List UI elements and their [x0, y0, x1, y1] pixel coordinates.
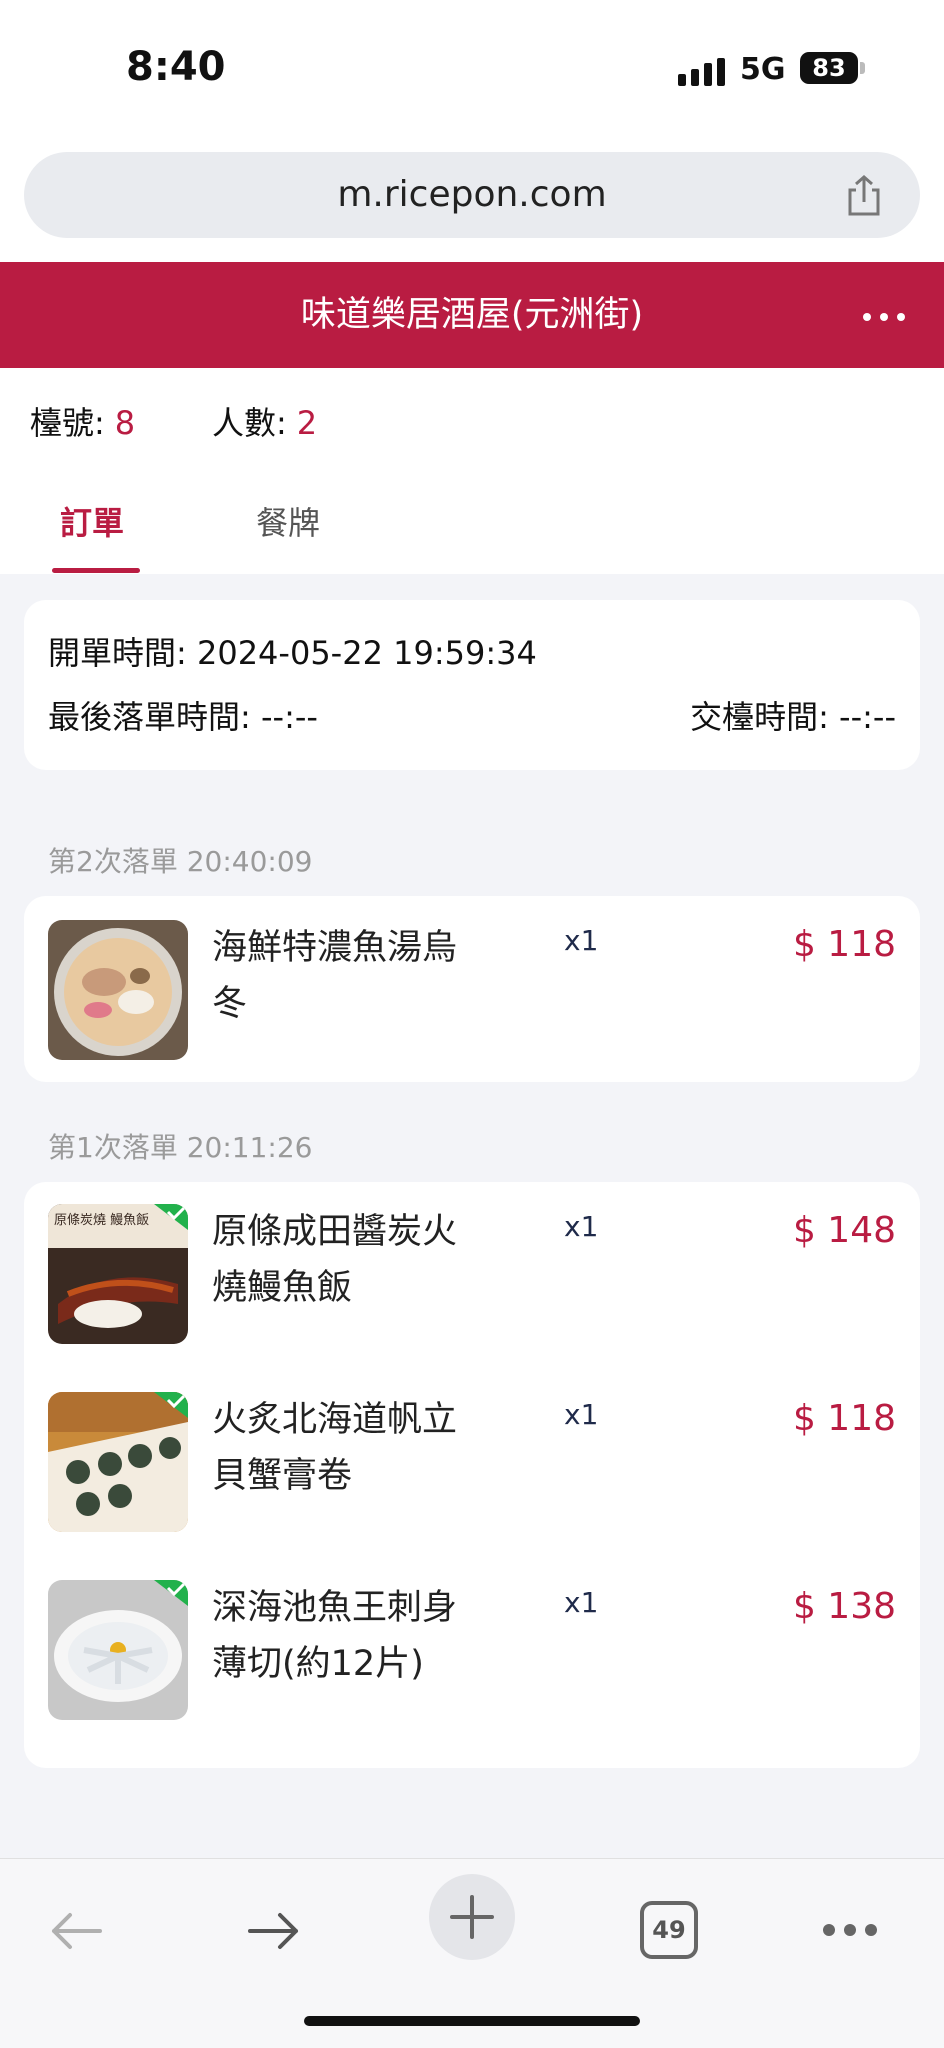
order-batch-header: 第1次落單 20:11:26 — [48, 1126, 313, 1166]
order-batch-header: 第2次落單 20:40:09 — [48, 840, 313, 880]
dish-price: $ 118 — [792, 1398, 896, 1439]
checkout-time: 交檯時間: --:-- — [690, 692, 896, 738]
people-count: 人數: 2 — [212, 398, 317, 444]
dish-name: 原條成田醬炭火燒鰻魚飯 — [212, 1212, 458, 1308]
open-time: 開單時間: 2024-05-22 19:59:34 — [48, 628, 537, 674]
dish-image — [48, 920, 188, 1060]
home-indicator — [304, 2016, 640, 2026]
eel-rice-image-text: 原條炭燒 鰻魚飯 — [54, 1213, 149, 1228]
confirmed-check-icon — [154, 1392, 188, 1418]
plus-icon[interactable] — [428, 1873, 516, 1961]
table-number-label: 檯號: — [30, 404, 105, 442]
battery-icon: 83 — [800, 52, 858, 84]
dish-price: $ 148 — [792, 1210, 896, 1251]
dish-image — [48, 1392, 188, 1532]
tabs-icon[interactable]: 49 — [640, 1901, 698, 1959]
dish-price: $ 118 — [792, 924, 896, 965]
dish-name: 火炙北海道帆立貝蟹膏卷 — [212, 1400, 458, 1496]
url-text[interactable]: m.ricepon.com — [24, 152, 920, 238]
last-order-value: --:-- — [260, 698, 318, 736]
tab-orders[interactable]: 訂單 — [60, 498, 124, 544]
table-info-area: 檯號: 8 人數: 2 訂單 餐牌 — [0, 368, 944, 574]
dish-quantity: x1 — [564, 924, 599, 957]
order-batch-time: 20:11:26 — [186, 1131, 313, 1164]
dish-name: 海鮮特濃魚湯烏冬 — [212, 928, 458, 1024]
dish-image: 原條炭燒 鰻魚飯 — [48, 1204, 188, 1344]
order-batch-card: 海鮮特濃魚湯烏冬 x1 $ 118 — [24, 896, 920, 1082]
dish-image — [48, 1580, 188, 1720]
dish-quantity: x1 — [564, 1586, 599, 1619]
signal-icon — [678, 58, 725, 86]
tab-active-indicator — [52, 568, 140, 573]
status-bar: 8:40 5G 83 — [0, 0, 944, 140]
last-order-label: 最後落單時間: — [48, 698, 251, 736]
people-count-value: 2 — [296, 404, 318, 442]
order-batch-label: 第2次落單 — [48, 845, 178, 878]
app-header: 味道樂居酒屋(元洲街) — [0, 262, 944, 368]
udon-soup-image — [48, 920, 188, 1060]
browser-url-area: m.ricepon.com — [0, 140, 944, 262]
back-arrow-icon[interactable] — [48, 1911, 104, 1951]
battery-tip — [860, 62, 865, 74]
checkout-value: --:-- — [839, 698, 896, 736]
url-bar[interactable]: m.ricepon.com — [24, 152, 920, 238]
table-number: 檯號: 8 — [30, 398, 135, 444]
open-time-label: 開單時間: — [48, 634, 187, 672]
dish-quantity: x1 — [564, 1210, 599, 1243]
dish-quantity: x1 — [564, 1398, 599, 1431]
order-batch-time: 20:40:09 — [186, 845, 313, 878]
more-icon[interactable] — [862, 312, 906, 322]
share-icon[interactable] — [842, 174, 886, 218]
tab-menu[interactable]: 餐牌 — [256, 498, 320, 544]
last-order-time: 最後落單時間: --:-- — [48, 692, 318, 738]
forward-arrow-icon[interactable] — [246, 1911, 302, 1951]
order-batch-label: 第1次落單 — [48, 1131, 178, 1164]
restaurant-title: 味道樂居酒屋(元洲街) — [300, 295, 644, 335]
confirmed-check-icon — [154, 1204, 188, 1230]
people-count-label: 人數: — [212, 404, 287, 442]
checkout-label: 交檯時間: — [690, 698, 829, 736]
dish-name: 深海池魚王刺身薄切(約12片) — [212, 1588, 458, 1684]
status-time: 8:40 — [126, 44, 226, 90]
network-type: 5G — [740, 52, 786, 87]
confirmed-check-icon — [154, 1580, 188, 1606]
order-batch-card: 原條炭燒 鰻魚飯 原條成田醬炭火燒鰻魚飯 x1 $ 148 火炙北海道帆立貝蟹膏… — [24, 1182, 920, 1768]
order-times-card: 開單時間: 2024-05-22 19:59:34 最後落單時間: --:-- … — [24, 600, 920, 770]
open-time-value: 2024-05-22 19:59:34 — [196, 634, 537, 672]
table-number-value: 8 — [114, 404, 136, 442]
more-icon[interactable] — [822, 1923, 878, 1937]
dish-price: $ 138 — [792, 1586, 896, 1627]
